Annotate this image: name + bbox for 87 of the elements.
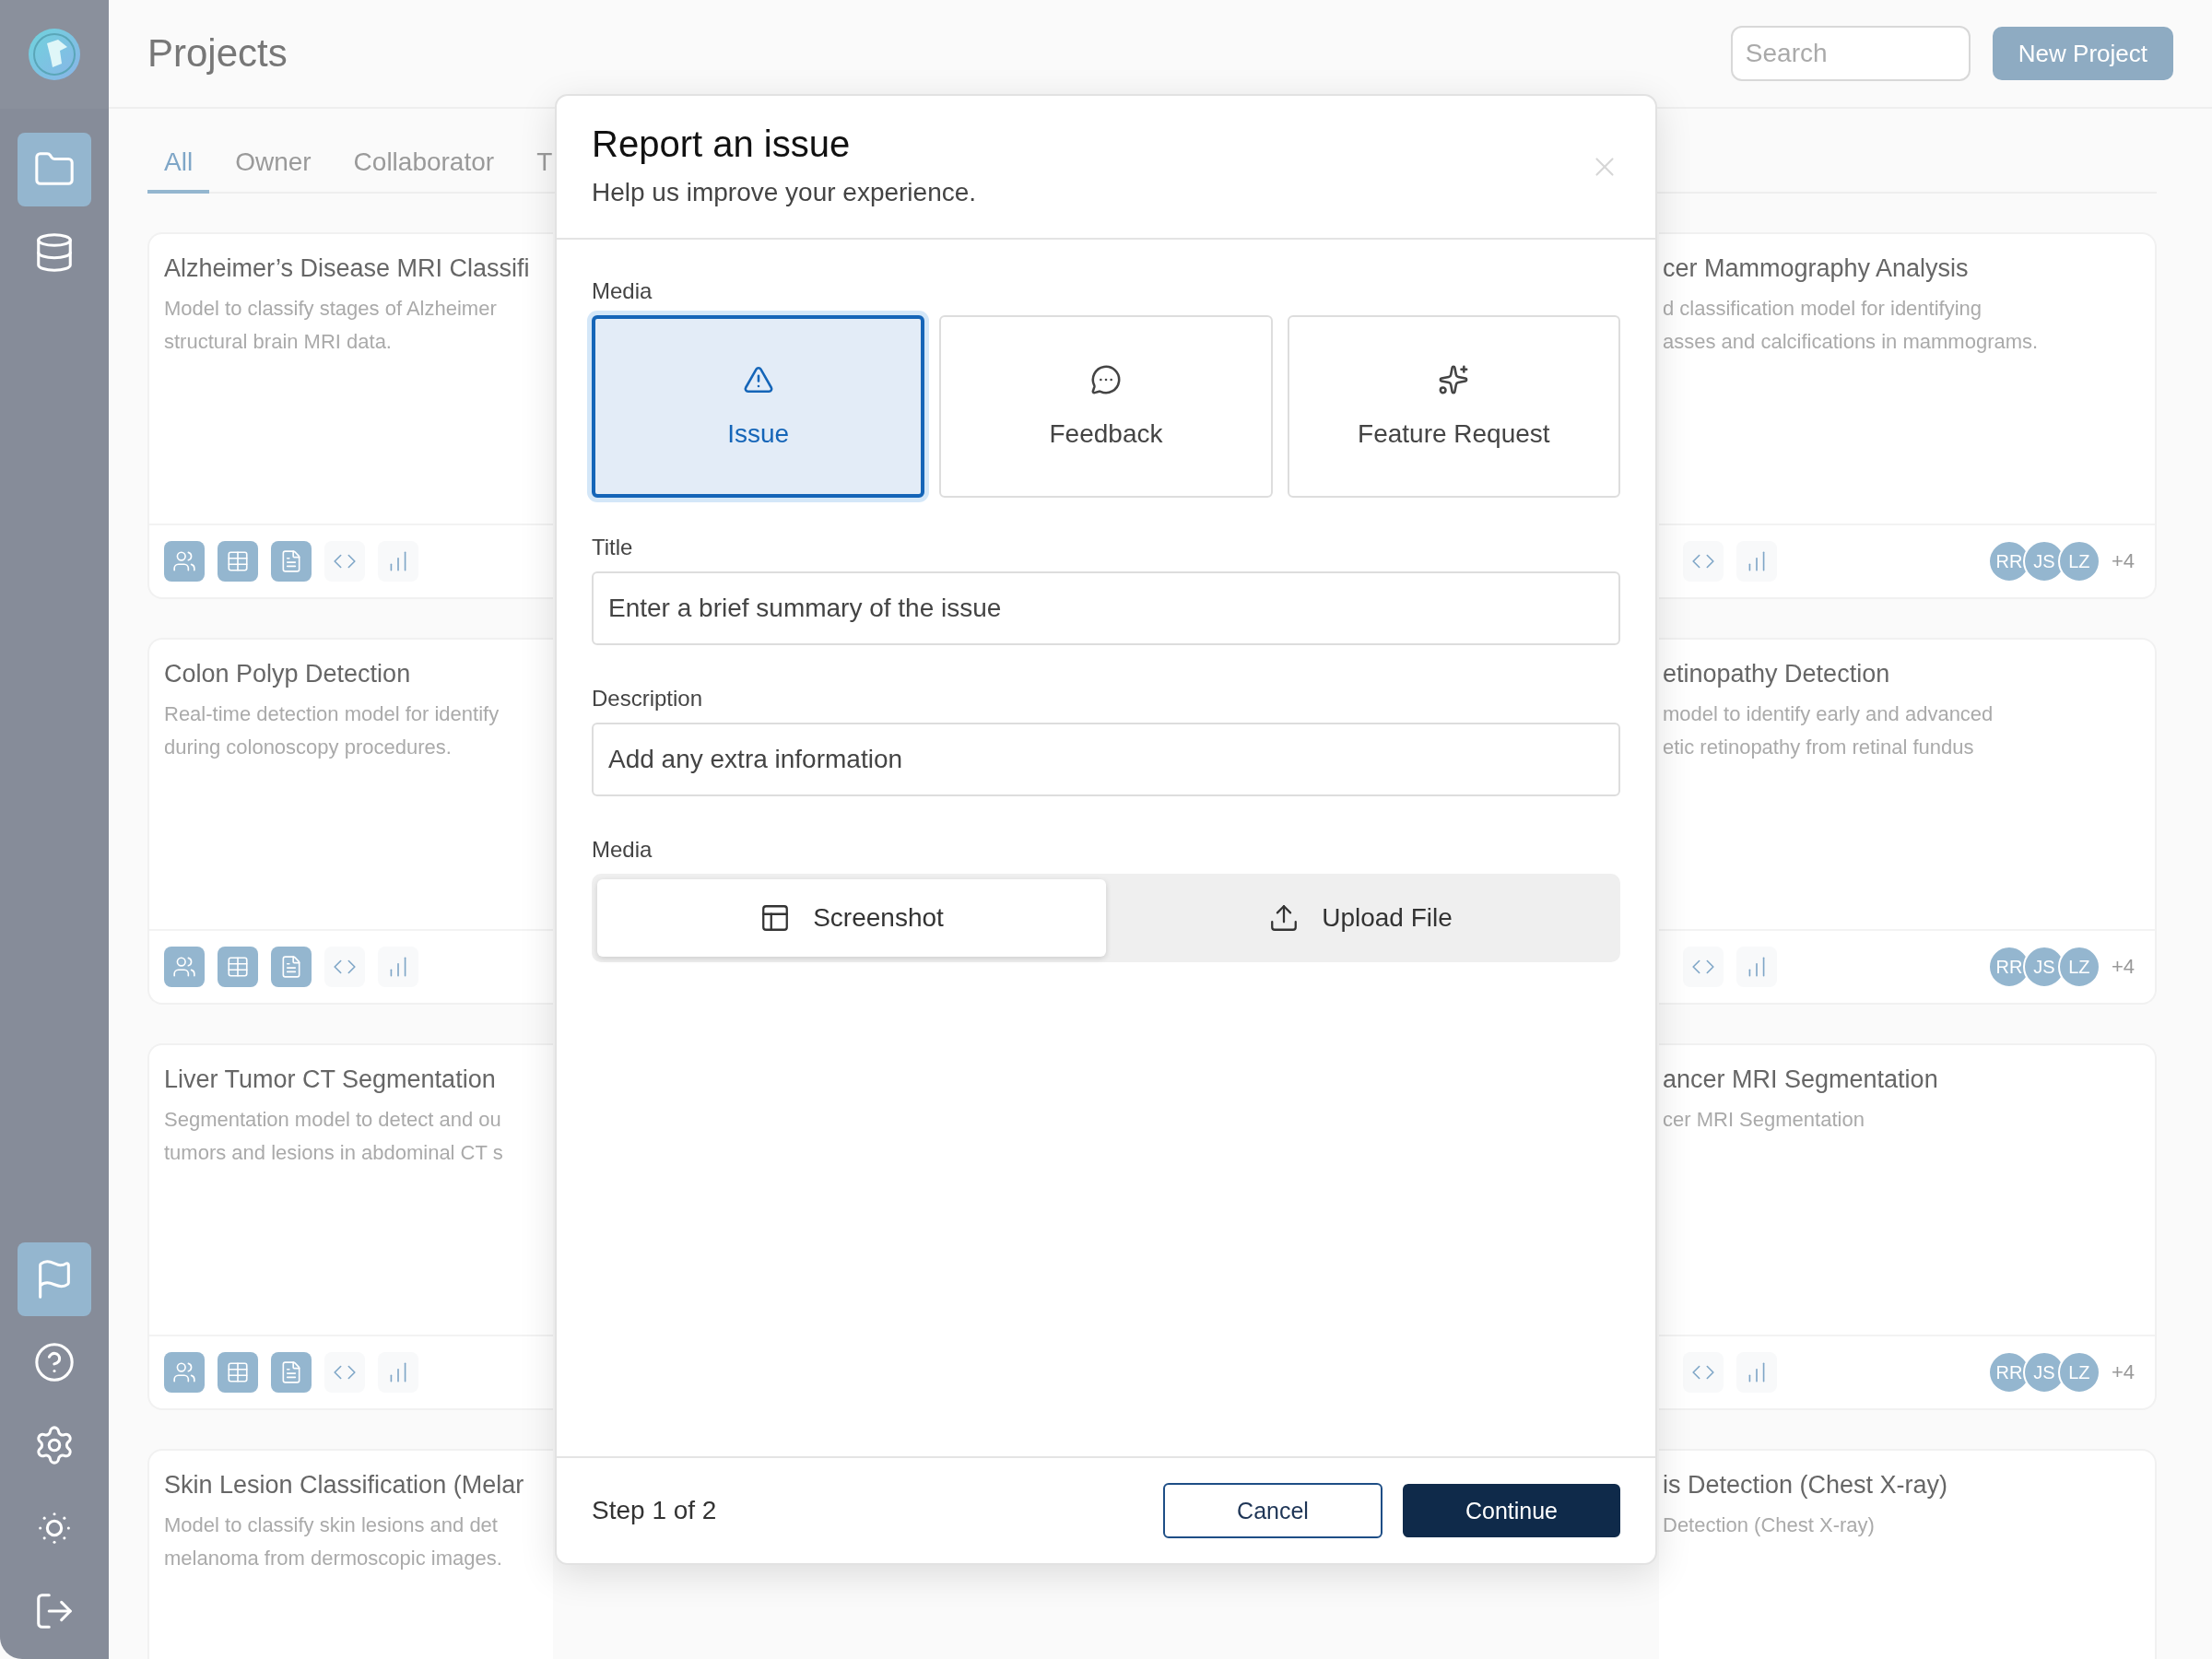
- tool-button[interactable]: [324, 1352, 365, 1393]
- sidebar-button[interactable]: [18, 1242, 91, 1316]
- tool-button[interactable]: [218, 947, 258, 987]
- field-label: Title: [592, 535, 634, 560]
- table-icon: [226, 549, 250, 573]
- project-card[interactable]: is Detection (Chest X-ray) Detection (Chest X-ray): [1659, 1449, 2157, 1659]
- tool-button[interactable]: [1683, 947, 1724, 987]
- card-title: cer Mammography Analysis: [1663, 254, 1969, 283]
- card-description-line: model to identify early and advanced: [1663, 701, 1994, 727]
- page-title: Projects: [147, 31, 288, 76]
- people-icon: [172, 955, 196, 979]
- card-title: Colon Polyp Detection: [164, 660, 411, 688]
- tool-button[interactable]: [1683, 541, 1724, 582]
- people-icon: [172, 1360, 196, 1384]
- card-description-line: d classification model for identifying: [1663, 296, 1983, 322]
- report-type-option[interactable]: Feature Request: [1287, 315, 1620, 498]
- sidebar-button[interactable]: [18, 133, 91, 206]
- card-description-line: Real-time detection model for identify: [164, 701, 500, 727]
- tool-button[interactable]: [1736, 541, 1777, 582]
- media-option[interactable]: Upload File: [1106, 879, 1615, 957]
- step-indicator: Step 1 of 2: [592, 1496, 718, 1525]
- project-card[interactable]: etinopathy Detection model to identify early and advanced etic retinopathy from retinal fundus RR JS LZ +4: [1659, 638, 2157, 1005]
- table-icon: [226, 1360, 250, 1384]
- help-icon: [33, 1341, 76, 1383]
- card-title: etinopathy Detection: [1663, 660, 1890, 688]
- tool-button[interactable]: [164, 541, 205, 582]
- tool-button[interactable]: [1683, 1352, 1724, 1393]
- table-icon: [226, 955, 250, 979]
- people-icon: [172, 549, 196, 573]
- card-description-line: etic retinopathy from retinal fundus: [1663, 735, 1974, 760]
- media-option[interactable]: Screenshot: [597, 879, 1106, 957]
- project-card[interactable]: ancer MRI Segmentation cer MRI Segmentation RR JS LZ +4: [1659, 1043, 2157, 1410]
- card-title: Liver Tumor CT Segmentation: [164, 1065, 496, 1094]
- field-label: Description: [592, 686, 704, 712]
- search-field[interactable]: Search: [1730, 26, 1971, 81]
- cancel-button[interactable]: Cancel: [1163, 1483, 1382, 1538]
- card-description-line: cer MRI Segmentation: [1663, 1107, 1865, 1133]
- sparkles-icon: [1438, 364, 1470, 395]
- project-card[interactable]: Skin Lesion Classification (Melar Model to classify skin lesions and det melanoma from dermoscopic images.: [147, 1449, 553, 1659]
- avatar: LZ: [2057, 540, 2100, 582]
- tool-button[interactable]: [1736, 1352, 1777, 1393]
- tool-button[interactable]: [378, 947, 418, 987]
- dialog-subtitle: Help us improve your experience.: [592, 178, 978, 207]
- description-input-field[interactable]: Add any extra information: [592, 723, 1620, 796]
- more-members-count: +4: [2111, 549, 2135, 573]
- card-description-line: tumors and lesions in abdominal CT s: [164, 1140, 503, 1166]
- tool-button[interactable]: [271, 541, 312, 582]
- field-label: Media: [592, 837, 653, 863]
- card-title: Alzheimer’s Disease MRI Classifi: [164, 254, 530, 283]
- project-card[interactable]: Alzheimer’s Disease MRI Classifi Model to classify stages of Alzheimer structural brain MRI data.: [147, 232, 553, 599]
- card-description-line: Segmentation model to detect and ou: [164, 1107, 501, 1133]
- tool-button[interactable]: [324, 947, 365, 987]
- project-card[interactable]: Liver Tumor CT Segmentation Segmentation model to detect and ou tumors and lesions in abdominal CT s: [147, 1043, 553, 1410]
- card-description-line: during colonoscopy procedures.: [164, 735, 452, 760]
- card-title: is Detection (Chest X-ray): [1663, 1471, 1948, 1500]
- logo-icon: [27, 27, 82, 82]
- tool-button[interactable]: [218, 541, 258, 582]
- chat-bubble-icon: [1090, 364, 1122, 395]
- tool-button[interactable]: [378, 1352, 418, 1393]
- more-members-count: +4: [2111, 955, 2135, 979]
- tool-button[interactable]: [271, 1352, 312, 1393]
- card-description-line: Detection (Chest X-ray): [1663, 1512, 1875, 1538]
- report-type-option[interactable]: Feedback: [939, 315, 1273, 498]
- continue-button[interactable]: Continue: [1403, 1484, 1620, 1537]
- tool-button[interactable]: [1736, 947, 1777, 987]
- project-card[interactable]: Colon Polyp Detection Real-time detection model for identify during colonoscopy procedures.: [147, 638, 553, 1005]
- tool-button[interactable]: [164, 947, 205, 987]
- avatar: LZ: [2057, 1351, 2100, 1394]
- card-description-line: melanoma from dermoscopic images.: [164, 1546, 502, 1571]
- avatar: LZ: [2057, 946, 2100, 988]
- tool-button[interactable]: [218, 1352, 258, 1393]
- title-input-field[interactable]: Enter a brief summary of the issue: [592, 571, 1620, 645]
- card-title: Skin Lesion Classification (Melar: [164, 1471, 524, 1500]
- warning-icon: [742, 364, 774, 395]
- project-card[interactable]: cer Mammography Analysis d classification model for identifying asses and calcifications in mammograms. RR JS LZ +4: [1659, 232, 2157, 599]
- field-label: Media: [592, 278, 653, 304]
- card-description-line: asses and calcifications in mammograms.: [1663, 329, 2039, 355]
- card-description-line: structural brain MRI data.: [164, 329, 392, 355]
- dialog-title: Report an issue: [592, 124, 852, 165]
- tool-button[interactable]: [324, 541, 365, 582]
- tool-button[interactable]: [164, 1352, 205, 1393]
- tool-button[interactable]: [378, 541, 418, 582]
- more-members-count: +4: [2111, 1360, 2135, 1384]
- tool-button[interactable]: [271, 947, 312, 987]
- card-title: ancer MRI Segmentation: [1663, 1065, 1938, 1094]
- card-description-line: Model to classify stages of Alzheimer: [164, 296, 497, 322]
- card-description-line: Model to classify skin lesions and det: [164, 1512, 498, 1538]
